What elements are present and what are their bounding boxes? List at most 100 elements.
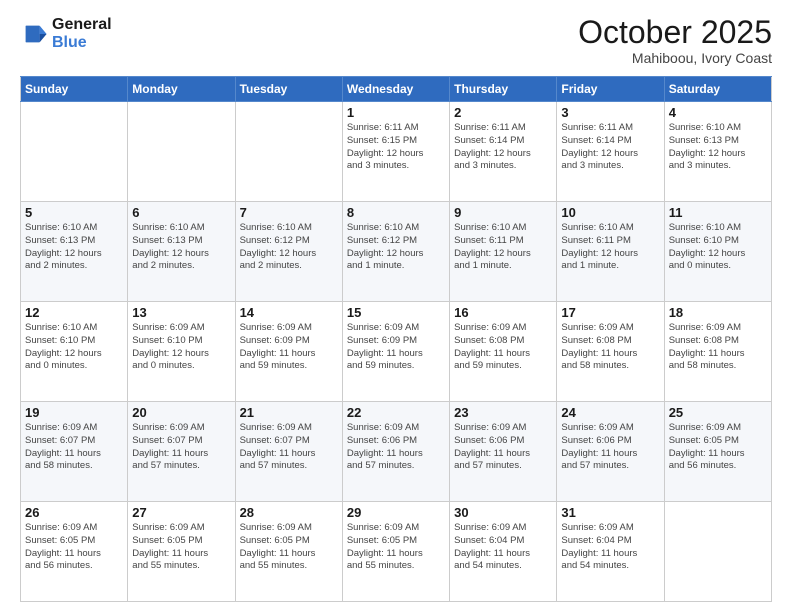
weekday-header-wednesday: Wednesday bbox=[342, 77, 449, 102]
day-info: Sunrise: 6:10 AM Sunset: 6:11 PM Dayligh… bbox=[561, 222, 659, 273]
calendar-cell: 5 Sunrise: 6:10 AM Sunset: 6:13 PM Daylig… bbox=[21, 202, 128, 302]
calendar-cell: 2 Sunrise: 6:11 AM Sunset: 6:14 PM Daylig… bbox=[450, 102, 557, 202]
day-number: 30 bbox=[454, 505, 552, 520]
weekday-header-friday: Friday bbox=[557, 77, 664, 102]
day-number: 15 bbox=[347, 305, 445, 320]
calendar-cell: 31 Sunrise: 6:09 AM Sunset: 6:04 PM Dayli… bbox=[557, 502, 664, 602]
day-info: Sunrise: 6:09 AM Sunset: 6:04 PM Dayligh… bbox=[454, 522, 552, 573]
calendar-table: SundayMondayTuesdayWednesdayThursdayFrid… bbox=[20, 76, 772, 602]
day-number: 23 bbox=[454, 405, 552, 420]
day-number: 7 bbox=[240, 205, 338, 220]
header: General Blue October 2025 Mahiboou, Ivor… bbox=[20, 16, 772, 66]
day-info: Sunrise: 6:10 AM Sunset: 6:13 PM Dayligh… bbox=[132, 222, 230, 273]
month-title: October 2025 bbox=[578, 16, 772, 48]
calendar-cell: 24 Sunrise: 6:09 AM Sunset: 6:06 PM Dayli… bbox=[557, 402, 664, 502]
calendar-cell: 26 Sunrise: 6:09 AM Sunset: 6:05 PM Dayli… bbox=[21, 502, 128, 602]
day-info: Sunrise: 6:09 AM Sunset: 6:05 PM Dayligh… bbox=[25, 522, 123, 573]
day-info: Sunrise: 6:09 AM Sunset: 6:06 PM Dayligh… bbox=[347, 422, 445, 473]
logo-line1: General bbox=[52, 16, 112, 34]
day-info: Sunrise: 6:11 AM Sunset: 6:15 PM Dayligh… bbox=[347, 122, 445, 173]
day-number: 10 bbox=[561, 205, 659, 220]
day-info: Sunrise: 6:10 AM Sunset: 6:13 PM Dayligh… bbox=[669, 122, 767, 173]
day-info: Sunrise: 6:10 AM Sunset: 6:13 PM Dayligh… bbox=[25, 222, 123, 273]
week-row-2: 5 Sunrise: 6:10 AM Sunset: 6:13 PM Daylig… bbox=[21, 202, 772, 302]
calendar-cell: 13 Sunrise: 6:09 AM Sunset: 6:10 PM Dayli… bbox=[128, 302, 235, 402]
day-number: 9 bbox=[454, 205, 552, 220]
calendar-cell: 8Sunrise: 6:10 AM Sunset: 6:12 PM Daylig… bbox=[342, 202, 449, 302]
calendar-cell: 6 Sunrise: 6:10 AM Sunset: 6:13 PM Daylig… bbox=[128, 202, 235, 302]
day-info: Sunrise: 6:09 AM Sunset: 6:06 PM Dayligh… bbox=[561, 422, 659, 473]
day-number: 12 bbox=[25, 305, 123, 320]
day-info: Sunrise: 6:10 AM Sunset: 6:12 PM Dayligh… bbox=[347, 222, 445, 273]
calendar-cell: 16Sunrise: 6:09 AM Sunset: 6:08 PM Dayli… bbox=[450, 302, 557, 402]
day-info: Sunrise: 6:10 AM Sunset: 6:10 PM Dayligh… bbox=[669, 222, 767, 273]
day-number: 24 bbox=[561, 405, 659, 420]
calendar-cell: 21Sunrise: 6:09 AM Sunset: 6:07 PM Dayli… bbox=[235, 402, 342, 502]
day-info: Sunrise: 6:09 AM Sunset: 6:05 PM Dayligh… bbox=[240, 522, 338, 573]
day-number: 28 bbox=[240, 505, 338, 520]
day-number: 25 bbox=[669, 405, 767, 420]
calendar-cell: 27Sunrise: 6:09 AM Sunset: 6:05 PM Dayli… bbox=[128, 502, 235, 602]
calendar-cell: 25Sunrise: 6:09 AM Sunset: 6:05 PM Dayli… bbox=[664, 402, 771, 502]
calendar-cell: 22 Sunrise: 6:09 AM Sunset: 6:06 PM Dayli… bbox=[342, 402, 449, 502]
day-info: Sunrise: 6:09 AM Sunset: 6:07 PM Dayligh… bbox=[25, 422, 123, 473]
day-info: Sunrise: 6:09 AM Sunset: 6:07 PM Dayligh… bbox=[132, 422, 230, 473]
calendar-cell bbox=[664, 502, 771, 602]
title-area: October 2025 Mahiboou, Ivory Coast bbox=[578, 16, 772, 66]
week-row-4: 19 Sunrise: 6:09 AM Sunset: 6:07 PM Dayli… bbox=[21, 402, 772, 502]
day-number: 22 bbox=[347, 405, 445, 420]
day-info: Sunrise: 6:10 AM Sunset: 6:11 PM Dayligh… bbox=[454, 222, 552, 273]
logo-text: General Blue bbox=[52, 16, 112, 51]
day-info: Sunrise: 6:10 AM Sunset: 6:10 PM Dayligh… bbox=[25, 322, 123, 373]
day-info: Sunrise: 6:11 AM Sunset: 6:14 PM Dayligh… bbox=[561, 122, 659, 173]
day-number: 3 bbox=[561, 105, 659, 120]
day-info: Sunrise: 6:09 AM Sunset: 6:04 PM Dayligh… bbox=[561, 522, 659, 573]
day-number: 31 bbox=[561, 505, 659, 520]
day-number: 19 bbox=[25, 405, 123, 420]
calendar-cell: 7 Sunrise: 6:10 AM Sunset: 6:12 PM Daylig… bbox=[235, 202, 342, 302]
day-info: Sunrise: 6:11 AM Sunset: 6:14 PM Dayligh… bbox=[454, 122, 552, 173]
weekday-header-saturday: Saturday bbox=[664, 77, 771, 102]
day-info: Sunrise: 6:09 AM Sunset: 6:08 PM Dayligh… bbox=[561, 322, 659, 373]
day-number: 20 bbox=[132, 405, 230, 420]
calendar-cell: 18Sunrise: 6:09 AM Sunset: 6:08 PM Dayli… bbox=[664, 302, 771, 402]
day-info: Sunrise: 6:09 AM Sunset: 6:09 PM Dayligh… bbox=[240, 322, 338, 373]
calendar-cell bbox=[21, 102, 128, 202]
day-number: 17 bbox=[561, 305, 659, 320]
day-number: 2 bbox=[454, 105, 552, 120]
calendar-cell: 11 Sunrise: 6:10 AM Sunset: 6:10 PM Dayli… bbox=[664, 202, 771, 302]
day-info: Sunrise: 6:09 AM Sunset: 6:07 PM Dayligh… bbox=[240, 422, 338, 473]
day-number: 11 bbox=[669, 205, 767, 220]
day-number: 5 bbox=[25, 205, 123, 220]
day-info: Sunrise: 6:09 AM Sunset: 6:05 PM Dayligh… bbox=[347, 522, 445, 573]
day-number: 18 bbox=[669, 305, 767, 320]
day-number: 6 bbox=[132, 205, 230, 220]
day-number: 1 bbox=[347, 105, 445, 120]
day-info: Sunrise: 6:09 AM Sunset: 6:10 PM Dayligh… bbox=[132, 322, 230, 373]
calendar-cell: 30 Sunrise: 6:09 AM Sunset: 6:04 PM Dayli… bbox=[450, 502, 557, 602]
day-number: 4 bbox=[669, 105, 767, 120]
calendar-cell: 19 Sunrise: 6:09 AM Sunset: 6:07 PM Dayli… bbox=[21, 402, 128, 502]
location: Mahiboou, Ivory Coast bbox=[578, 50, 772, 66]
page: General Blue October 2025 Mahiboou, Ivor… bbox=[0, 0, 792, 612]
calendar-cell: 10 Sunrise: 6:10 AM Sunset: 6:11 PM Dayli… bbox=[557, 202, 664, 302]
calendar-cell bbox=[128, 102, 235, 202]
calendar-cell: 1 Sunrise: 6:11 AM Sunset: 6:15 PM Daylig… bbox=[342, 102, 449, 202]
calendar-cell: 20 Sunrise: 6:09 AM Sunset: 6:07 PM Dayli… bbox=[128, 402, 235, 502]
day-info: Sunrise: 6:09 AM Sunset: 6:05 PM Dayligh… bbox=[132, 522, 230, 573]
day-info: Sunrise: 6:09 AM Sunset: 6:09 PM Dayligh… bbox=[347, 322, 445, 373]
day-info: Sunrise: 6:10 AM Sunset: 6:12 PM Dayligh… bbox=[240, 222, 338, 273]
weekday-header-sunday: Sunday bbox=[21, 77, 128, 102]
calendar-cell: 15 Sunrise: 6:09 AM Sunset: 6:09 PM Dayli… bbox=[342, 302, 449, 402]
day-number: 13 bbox=[132, 305, 230, 320]
calendar-cell: 3 Sunrise: 6:11 AM Sunset: 6:14 PM Daylig… bbox=[557, 102, 664, 202]
calendar-cell: 12 Sunrise: 6:10 AM Sunset: 6:10 PM Dayli… bbox=[21, 302, 128, 402]
weekday-header-tuesday: Tuesday bbox=[235, 77, 342, 102]
calendar-cell: 4 Sunrise: 6:10 AM Sunset: 6:13 PM Daylig… bbox=[664, 102, 771, 202]
day-number: 26 bbox=[25, 505, 123, 520]
calendar-cell: 29Sunrise: 6:09 AM Sunset: 6:05 PM Dayli… bbox=[342, 502, 449, 602]
logo-icon bbox=[20, 20, 48, 48]
day-number: 16 bbox=[454, 305, 552, 320]
week-row-1: 1 Sunrise: 6:11 AM Sunset: 6:15 PM Daylig… bbox=[21, 102, 772, 202]
calendar-cell bbox=[235, 102, 342, 202]
